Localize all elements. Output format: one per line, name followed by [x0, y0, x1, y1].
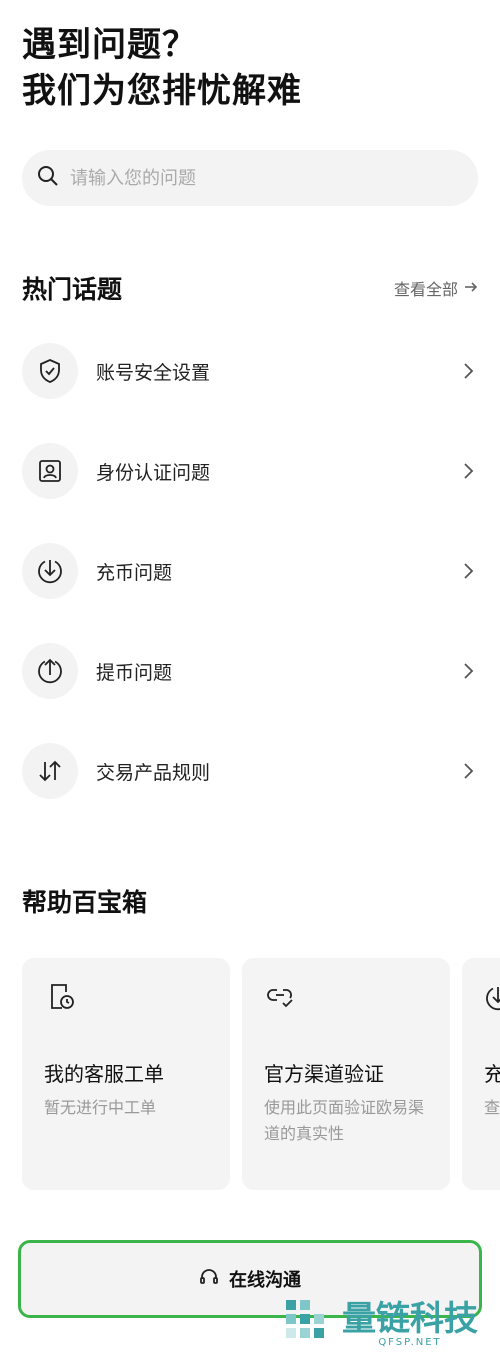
chevron-right-icon [458, 761, 478, 781]
card-subtitle: 使用此页面验证欧易渠道的真实性 [264, 1098, 425, 1143]
headset-icon [199, 1267, 219, 1292]
card-subtitle: 查 [484, 1098, 500, 1117]
link-check-icon [266, 984, 296, 1014]
view-all-link[interactable]: 查看全部 [394, 276, 478, 300]
topic-label: 账号安全设置 [96, 361, 211, 384]
chevron-right-icon [458, 361, 478, 381]
card-my-tickets[interactable]: 我的客服工单 暂无进行中工单 [22, 958, 230, 1190]
watermark: 量链科技 QFSP.NET [282, 1296, 478, 1352]
card-title: 充 [484, 1062, 500, 1086]
card-deposit-partial[interactable]: 充 查 [462, 958, 500, 1190]
online-chat-label: 在线沟通 [229, 1270, 301, 1291]
topic-label: 提币问题 [96, 661, 173, 684]
chevron-right-icon [458, 461, 478, 481]
arrow-down-circle-icon [22, 543, 78, 599]
chevron-right-icon [458, 561, 478, 581]
topic-label: 交易产品规则 [96, 761, 211, 784]
search-bar[interactable] [22, 150, 478, 206]
topic-item-account-security[interactable]: 账号安全设置 [22, 343, 478, 399]
watermark-logo-icon [282, 1296, 334, 1352]
page-title-line-2: 我们为您排忧解难 [22, 71, 302, 111]
card-title: 官方渠道验证 [264, 1062, 384, 1086]
shield-check-icon [22, 343, 78, 399]
topic-label: 充币问题 [96, 561, 173, 584]
topic-label: 身份认证问题 [96, 461, 211, 484]
swap-arrows-icon [22, 743, 78, 799]
arrow-up-circle-icon [22, 643, 78, 699]
page-header: 遇到问题？ 我们为您排忧解难 [22, 22, 302, 114]
id-card-icon [22, 443, 78, 499]
arrow-right-icon [464, 279, 478, 298]
topic-item-identity-verification[interactable]: 身份认证问题 [22, 443, 478, 499]
topic-item-deposit[interactable]: 充币问题 [22, 543, 478, 599]
hot-topics-title: 热门话题 [22, 275, 123, 304]
watermark-text: 量链科技 [342, 1298, 478, 1339]
topic-item-withdrawal[interactable]: 提币问题 [22, 643, 478, 699]
card-channel-verification[interactable]: 官方渠道验证 使用此页面验证欧易渠道的真实性 [242, 958, 450, 1190]
page-title-line-1: 遇到问题？ [22, 25, 197, 65]
download-icon [484, 984, 500, 1016]
ticket-clock-icon [48, 982, 76, 1016]
toolbox-title: 帮助百宝箱 [22, 888, 148, 917]
chevron-right-icon [458, 661, 478, 681]
search-icon [36, 164, 60, 192]
view-all-label: 查看全部 [393, 280, 458, 299]
card-subtitle: 暂无进行中工单 [44, 1098, 157, 1117]
card-title: 我的客服工单 [44, 1062, 164, 1086]
search-input[interactable] [68, 166, 452, 190]
topic-item-trading-rules[interactable]: 交易产品规则 [22, 743, 478, 799]
